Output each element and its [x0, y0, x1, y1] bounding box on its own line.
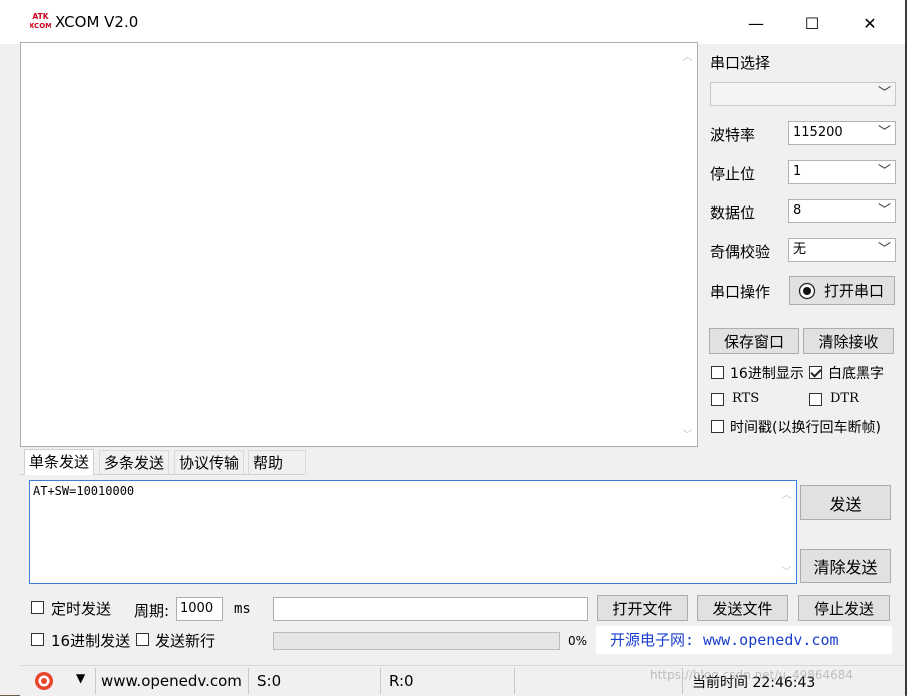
timed-send-label: 定时发送 — [51, 600, 112, 618]
settings-gear-icon[interactable] — [34, 671, 54, 691]
parity-label: 奇偶校验 — [710, 243, 771, 261]
hex-display-checkbox[interactable] — [711, 366, 724, 379]
brand-link[interactable]: 开源电子网: www.openedv.com — [596, 626, 892, 654]
timestamp-label: 时间戳(以换行回车断帧) — [730, 420, 881, 436]
dtr-label: DTR — [830, 391, 859, 406]
send-newline-checkbox[interactable] — [136, 633, 149, 646]
title-bar: ATK XCOM XCOM V2.0 — ☐ ✕ — [0, 0, 905, 44]
period-label: 周期: — [134, 602, 170, 620]
open-file-button[interactable]: 打开文件 — [597, 595, 688, 621]
parity-select[interactable]: 无 ﹀ — [788, 238, 896, 262]
status-divider — [95, 668, 96, 694]
tab-help[interactable]: 帮助 — [248, 450, 306, 475]
tab-protocol[interactable]: 协议传输 — [174, 450, 245, 475]
chevron-down-icon: ﹀ — [877, 86, 891, 101]
radio-dot-icon — [798, 282, 816, 299]
stop-bits-value: 1 — [793, 164, 802, 179]
stop-send-button[interactable]: 停止发送 — [798, 595, 890, 621]
timestamp-checkbox[interactable] — [711, 420, 724, 433]
tab-multi-send[interactable]: 多条发送 — [99, 450, 170, 475]
progress-percent: 0% — [568, 634, 588, 648]
open-port-button[interactable]: 打开串口 — [789, 276, 895, 305]
scroll-down-icon[interactable]: ﹀ — [778, 563, 795, 578]
open-port-label: 打开串口 — [824, 282, 885, 300]
send-button[interactable]: 发送 — [800, 485, 891, 520]
chevron-down-icon: ﹀ — [877, 125, 891, 140]
parity-value: 无 — [793, 242, 807, 257]
atk-logo-icon: ATK XCOM — [30, 11, 51, 31]
receive-area[interactable]: ︿ ﹀ — [20, 42, 698, 447]
save-window-button[interactable]: 保存窗口 — [709, 328, 799, 354]
send-progress-bar — [273, 632, 560, 650]
status-divider — [514, 668, 515, 694]
rts-checkbox[interactable] — [711, 393, 724, 406]
status-url[interactable]: www.openedv.com — [101, 672, 242, 690]
svg-text:ATK: ATK — [32, 12, 49, 21]
chevron-down-icon: ﹀ — [877, 164, 891, 179]
window-title: XCOM V2.0 — [55, 13, 139, 31]
watermark-text: https://blog.csdn.net/u_49864684 — [650, 668, 854, 682]
status-divider — [248, 668, 249, 694]
receive-scrollbar[interactable]: ︿ ﹀ — [679, 44, 696, 445]
baud-select-value: 115200 — [793, 125, 843, 140]
clear-send-button[interactable]: 清除发送 — [800, 549, 891, 583]
port-operation-label: 串口操作 — [710, 283, 771, 301]
port-select-label: 串口选择 — [710, 54, 771, 72]
timed-send-checkbox[interactable] — [31, 601, 44, 614]
port-select[interactable]: ﹀ — [710, 82, 896, 106]
hex-send-label: 16进制发送 — [51, 632, 131, 650]
status-bar: ▼ www.openedv.com S:0 R:0 当前时间 22:46:43 … — [20, 665, 905, 696]
send-text: AT+SW=10010000 — [33, 484, 135, 498]
maximize-button[interactable]: ☐ — [792, 8, 832, 38]
send-newline-label: 发送新行 — [155, 632, 216, 650]
scroll-up-icon[interactable]: ︿ — [679, 48, 696, 63]
send-scrollbar[interactable]: ︿ ﹀ — [778, 482, 795, 582]
data-bits-label: 数据位 — [710, 204, 756, 222]
rts-label: RTS — [732, 391, 760, 406]
hex-send-checkbox[interactable] — [31, 633, 44, 646]
period-value: 1000 — [180, 601, 214, 616]
stop-bits-select[interactable]: 1 ﹀ — [788, 160, 896, 184]
scroll-down-icon[interactable]: ﹀ — [679, 426, 696, 441]
chevron-down-icon: ﹀ — [877, 242, 891, 257]
chevron-down-icon: ﹀ — [877, 203, 891, 218]
file-path-input[interactable] — [273, 597, 588, 621]
hex-display-label: 16进制显示 — [730, 366, 804, 382]
send-textarea[interactable]: AT+SW=10010000 ︿ ﹀ — [29, 480, 797, 584]
send-file-button[interactable]: 发送文件 — [697, 595, 788, 621]
white-black-checkbox[interactable] — [809, 366, 822, 379]
dtr-checkbox[interactable] — [809, 393, 822, 406]
period-input[interactable]: 1000 — [176, 597, 223, 621]
scroll-up-icon[interactable]: ︿ — [778, 486, 795, 501]
minimize-button[interactable]: — — [736, 8, 776, 38]
close-button[interactable]: ✕ — [850, 8, 890, 38]
svg-text:XCOM: XCOM — [30, 22, 51, 30]
stop-bits-label: 停止位 — [710, 165, 756, 183]
data-bits-value: 8 — [793, 203, 802, 218]
white-black-label: 白底黑字 — [828, 366, 884, 382]
baud-select[interactable]: 115200 ﹀ — [788, 121, 896, 145]
data-bits-select[interactable]: 8 ﹀ — [788, 199, 896, 223]
dropdown-arrow-icon[interactable]: ▼ — [76, 671, 85, 685]
baud-label: 波特率 — [710, 126, 756, 144]
tab-single-send[interactable]: 单条发送 — [24, 449, 95, 475]
status-received-count: R:0 — [389, 672, 414, 690]
status-sent-count: S:0 — [257, 672, 282, 690]
clear-receive-button[interactable]: 清除接收 — [803, 328, 894, 354]
xcom-window: ATK XCOM XCOM V2.0 — ☐ ✕ ︿ ﹀ 串口选择 ﹀ 波特率 … — [0, 0, 905, 696]
status-divider — [380, 668, 381, 694]
ms-label: ms — [234, 601, 251, 617]
